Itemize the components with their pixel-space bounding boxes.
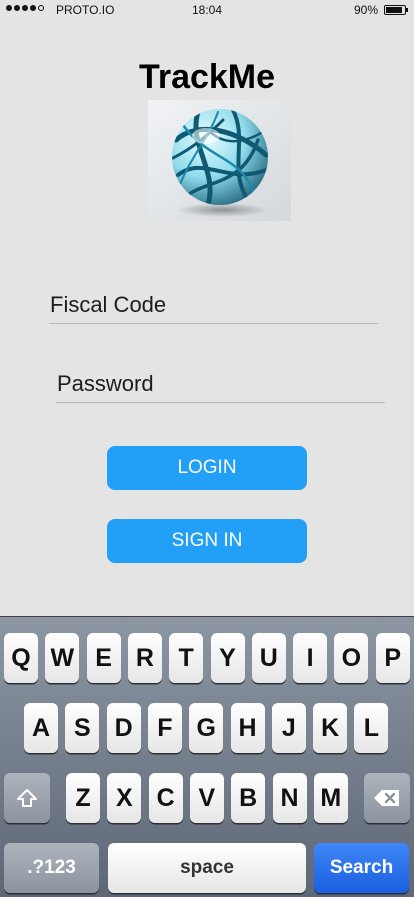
login-button[interactable]: LOGIN <box>107 446 307 490</box>
key-i[interactable]: I <box>293 633 328 683</box>
keyboard: .?123 space Search QWERTYUIOP ASDFGHJKL ZX… <box>0 616 414 897</box>
key-p[interactable]: P <box>375 633 410 683</box>
sign-in-button[interactable]: SIGN IN <box>107 519 307 563</box>
key-t[interactable]: T <box>169 633 204 683</box>
key-b[interactable]: B <box>231 773 266 823</box>
shift-key[interactable] <box>4 773 50 823</box>
key-y[interactable]: Y <box>210 633 245 683</box>
key-n[interactable]: N <box>272 773 307 823</box>
key-a[interactable]: A <box>24 703 58 753</box>
key-c[interactable]: C <box>148 773 183 823</box>
key-k[interactable]: K <box>313 703 348 753</box>
space-key[interactable]: space <box>108 843 306 893</box>
app-title: TrackMe <box>138 58 276 96</box>
status-time: 18:04 <box>191 3 223 17</box>
key-q[interactable]: Q <box>4 633 38 683</box>
fiscal-code-label: Fiscal Code <box>50 292 167 317</box>
key-s[interactable]: S <box>65 703 100 753</box>
globe-icon <box>148 100 291 221</box>
numbers-key[interactable]: .?123 <box>4 843 99 893</box>
key-x[interactable]: X <box>107 773 142 823</box>
key-l[interactable]: L <box>354 703 389 753</box>
key-h[interactable]: H <box>230 703 265 753</box>
battery-icon <box>384 5 408 15</box>
key-m[interactable]: M <box>313 773 348 823</box>
key-g[interactable]: G <box>189 703 224 753</box>
battery-percentage: 90% <box>353 3 378 17</box>
key-e[interactable]: E <box>86 633 121 683</box>
key-f[interactable]: F <box>147 703 182 753</box>
shift-icon <box>17 789 37 807</box>
key-d[interactable]: D <box>106 703 141 753</box>
key-j[interactable]: J <box>271 703 306 753</box>
status-bar: PROTO.IO 18:04 90% <box>0 0 414 20</box>
key-u[interactable]: U <box>251 633 286 683</box>
delete-key[interactable] <box>364 773 410 823</box>
password-label: Password <box>57 371 154 396</box>
delete-icon <box>374 790 399 806</box>
key-v[interactable]: V <box>189 773 224 823</box>
password-field[interactable]: Password <box>56 366 385 403</box>
key-w[interactable]: W <box>45 633 80 683</box>
key-z[interactable]: Z <box>66 773 100 823</box>
fiscal-code-field[interactable]: Fiscal Code <box>49 287 378 324</box>
search-key[interactable]: Search <box>314 843 409 893</box>
key-o[interactable]: O <box>334 633 369 683</box>
key-r[interactable]: R <box>127 633 162 683</box>
